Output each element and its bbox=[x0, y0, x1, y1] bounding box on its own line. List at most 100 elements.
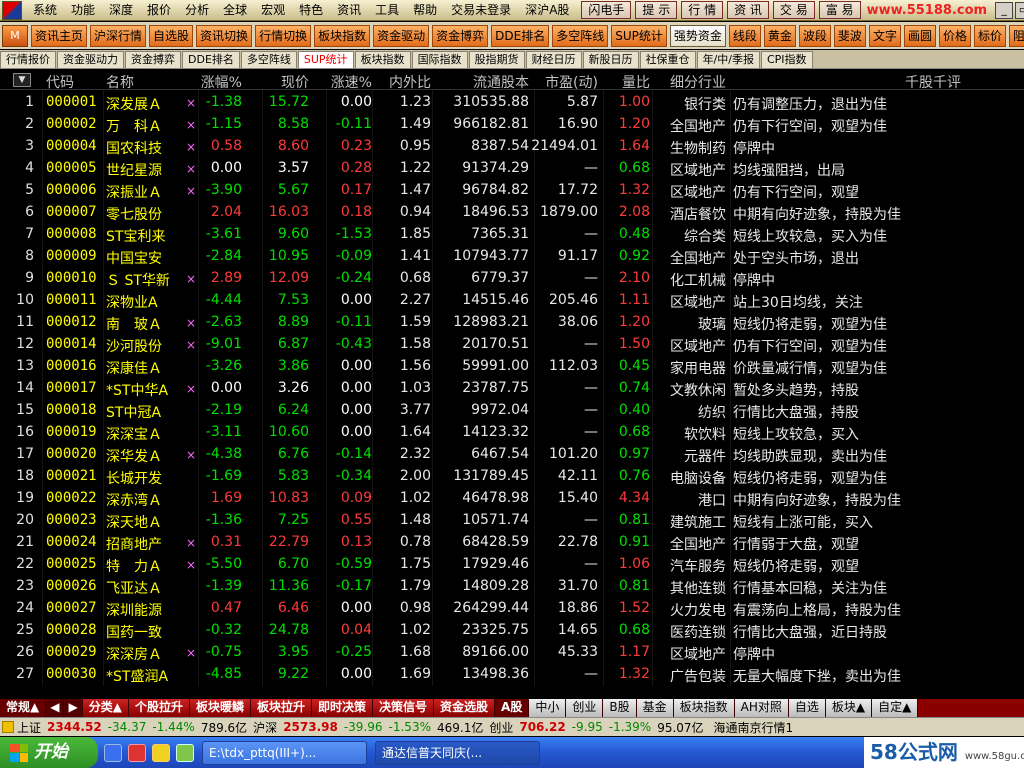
menu-item[interactable]: 系统 bbox=[26, 0, 64, 20]
table-row[interactable]: 13 000016 深康佳Ａ -3.26 3.86 0.00 1.56 59991.00 112… bbox=[0, 355, 1024, 377]
category-tab[interactable]: 板块暖鳞 bbox=[189, 699, 251, 717]
column-header[interactable]: 市盈(动) bbox=[545, 72, 598, 92]
stock-code[interactable]: 000030 bbox=[46, 666, 97, 682]
stock-name[interactable]: 深天地Ａ bbox=[106, 512, 162, 532]
table-row[interactable]: 8 000009 中国宝安 -2.84 10.95 -0.09 1.41 107943.77 9… bbox=[0, 245, 1024, 267]
stock-name[interactable]: 深康佳Ａ bbox=[106, 358, 162, 378]
table-row[interactable]: 19 000022 深赤湾Ａ 1.69 10.83 0.09 1.02 46478.98 15.… bbox=[0, 487, 1024, 509]
stock-name[interactable]: 国药一致 bbox=[106, 622, 162, 642]
view-tab[interactable]: 行情报价 bbox=[0, 51, 56, 68]
stock-name[interactable]: 深物业A bbox=[106, 292, 158, 312]
task-explorer-window[interactable]: E:\tdx_pttq(III+)... bbox=[202, 740, 367, 765]
table-row[interactable]: 10 000011 深物业A -4.44 7.53 0.00 2.27 14515.46 205… bbox=[0, 289, 1024, 311]
toolbar-button[interactable]: 价格 bbox=[938, 24, 971, 47]
view-tab[interactable]: 年/中/季报 bbox=[696, 51, 760, 68]
stock-name[interactable]: 万 科Ａ bbox=[106, 116, 162, 136]
menu-item[interactable]: 交易未登录 bbox=[444, 0, 518, 20]
stock-name[interactable]: 飞亚达Ａ bbox=[106, 578, 162, 598]
toolbar-button[interactable]: 资金驱动 bbox=[373, 24, 430, 47]
column-header[interactable]: 代码 bbox=[46, 72, 74, 92]
broker-server[interactable]: 海通南京行情1 bbox=[714, 719, 794, 736]
cy-index-name[interactable]: 创业 bbox=[489, 719, 513, 736]
table-row[interactable]: 9 000010 Ｓ ST华新 × 2.89 12.09 -0.24 0.68 6779.37 —… bbox=[0, 267, 1024, 289]
column-header[interactable]: 量比 bbox=[622, 72, 650, 92]
quicklaunch-app-icon[interactable] bbox=[128, 743, 146, 762]
menu-item[interactable]: 功能 bbox=[64, 0, 102, 20]
stock-code[interactable]: 000017 bbox=[46, 380, 97, 396]
view-tab[interactable]: 新股日历 bbox=[582, 51, 639, 68]
stock-code[interactable]: 000029 bbox=[46, 644, 97, 660]
stock-name[interactable]: *ST盛润A bbox=[106, 666, 168, 686]
category-tab[interactable]: 决策信号 bbox=[373, 699, 435, 717]
column-header[interactable]: 流通股本 bbox=[473, 72, 529, 92]
view-tab[interactable]: CPI指数 bbox=[760, 51, 813, 68]
table-row[interactable]: 18 000021 长城开发 -1.69 5.83 -0.34 2.00 131789.45 4… bbox=[0, 465, 1024, 487]
quicklaunch-folder-icon[interactable] bbox=[152, 743, 170, 762]
stock-name[interactable]: 深赤湾Ａ bbox=[106, 490, 162, 510]
table-row[interactable]: 5 000006 深振业Ａ × -3.90 5.67 0.17 1.47 96784.82 17.… bbox=[0, 179, 1024, 201]
table-row[interactable]: 17 000020 深华发Ａ × -4.38 6.76 -0.14 2.32 6467.54 10… bbox=[0, 443, 1024, 465]
menu-item[interactable]: 分析 bbox=[178, 0, 216, 20]
menu-item[interactable]: 工具 bbox=[368, 0, 406, 20]
category-tab[interactable]: 创业 bbox=[566, 699, 604, 717]
table-row[interactable]: 16 000019 深深宝Ａ -3.11 10.60 0.00 1.64 14123.32 — 0… bbox=[0, 421, 1024, 443]
menu-item[interactable]: 特色 bbox=[292, 0, 330, 20]
category-tab[interactable]: 自选 bbox=[788, 699, 826, 717]
category-tab[interactable]: 板块▲ bbox=[825, 699, 873, 717]
category-tab[interactable]: AH对照 bbox=[734, 699, 789, 717]
hot-button[interactable]: 资 讯 bbox=[727, 1, 769, 19]
view-tab[interactable]: 股指期货 bbox=[468, 51, 525, 68]
toolbar-button[interactable]: 文字 bbox=[868, 24, 901, 47]
stock-code[interactable]: 000022 bbox=[46, 490, 97, 506]
quicklaunch-ie-icon[interactable] bbox=[104, 743, 122, 762]
view-tab[interactable]: 多空阵线 bbox=[240, 51, 297, 68]
category-tab[interactable]: 中小 bbox=[529, 699, 567, 717]
category-tab[interactable]: 常规▲ bbox=[0, 699, 47, 717]
view-tab[interactable]: 资金搏弈 bbox=[125, 51, 181, 68]
stock-code[interactable]: 000020 bbox=[46, 446, 97, 462]
column-header[interactable]: 内外比 bbox=[389, 72, 431, 92]
stock-name[interactable]: ST宝利来 bbox=[106, 226, 165, 246]
toolbar-button[interactable]: SUP统计 bbox=[611, 24, 667, 47]
toolbar-button[interactable]: 板块指数 bbox=[314, 24, 371, 47]
toolbar-button[interactable]: 自选股 bbox=[149, 24, 194, 47]
table-row[interactable]: 24 000027 深圳能源 0.47 6.46 0.00 0.98 264299.44 18.… bbox=[0, 597, 1024, 619]
stock-code[interactable]: 000010 bbox=[46, 270, 97, 286]
table-row[interactable]: 11 000012 南 玻Ａ × -2.63 8.89 -0.11 1.59 128983.21… bbox=[0, 311, 1024, 333]
stock-code[interactable]: 000007 bbox=[46, 204, 97, 220]
stock-code[interactable]: 000011 bbox=[46, 292, 97, 308]
stock-code[interactable]: 000001 bbox=[46, 94, 97, 110]
start-button[interactable]: 开始 bbox=[0, 737, 98, 768]
stock-name[interactable]: 招商地产 bbox=[106, 534, 162, 554]
toolbar-button[interactable]: 标价 bbox=[973, 24, 1006, 47]
toolbar-button[interactable]: 线段 bbox=[728, 24, 761, 47]
menu-item[interactable]: 资讯 bbox=[330, 0, 368, 20]
stock-code[interactable]: 000027 bbox=[46, 600, 97, 616]
stock-name[interactable]: 深振业Ａ bbox=[106, 182, 162, 202]
minimize-icon[interactable]: _ bbox=[995, 1, 1014, 19]
stock-name[interactable]: 长城开发 bbox=[106, 468, 162, 488]
menu-item[interactable]: 报价 bbox=[140, 0, 178, 20]
hot-button[interactable]: 交 易 bbox=[772, 1, 815, 19]
column-header[interactable]: 现价 bbox=[281, 72, 309, 92]
toolbar-button[interactable]: 资讯切换 bbox=[196, 24, 253, 47]
stock-code[interactable]: 000018 bbox=[46, 402, 97, 418]
hot-button[interactable]: 富 易 bbox=[818, 1, 861, 19]
stock-code[interactable]: 000026 bbox=[46, 578, 97, 594]
column-header[interactable]: 千股千评 bbox=[905, 72, 961, 92]
category-tab[interactable]: 分类▲ bbox=[82, 699, 129, 717]
table-row[interactable]: 12 000014 沙河股份 × -9.01 6.87 -0.43 1.58 20170.51 —… bbox=[0, 333, 1024, 355]
stock-name[interactable]: 零七股份 bbox=[106, 204, 162, 224]
stock-name[interactable]: 沙河股份 bbox=[106, 336, 162, 356]
view-tab[interactable]: 板块指数 bbox=[354, 51, 411, 68]
table-row[interactable]: 14 000017 *ST中华A × 0.00 3.26 0.00 1.03 23787.75 —… bbox=[0, 377, 1024, 399]
table-row[interactable]: 15 000018 ST中冠A -2.19 6.24 0.00 3.77 9972.04 — 0.… bbox=[0, 399, 1024, 421]
toolbar-button[interactable]: 行情切换 bbox=[255, 24, 312, 47]
restore-icon[interactable]: ▭ bbox=[1015, 1, 1024, 19]
stock-code[interactable]: 000028 bbox=[46, 622, 97, 638]
table-row[interactable]: 6 000007 零七股份 2.04 16.03 0.18 0.94 18496.53 1879… bbox=[0, 201, 1024, 223]
stock-name[interactable]: Ｓ ST华新 bbox=[106, 270, 170, 290]
view-tab[interactable]: 资金驱动力 bbox=[57, 51, 124, 68]
sort-arrow-icon[interactable]: ▼ bbox=[13, 73, 31, 87]
table-row[interactable]: 3 000004 国农科技 × 0.58 8.60 0.23 0.95 8387.54 21494… bbox=[0, 135, 1024, 157]
